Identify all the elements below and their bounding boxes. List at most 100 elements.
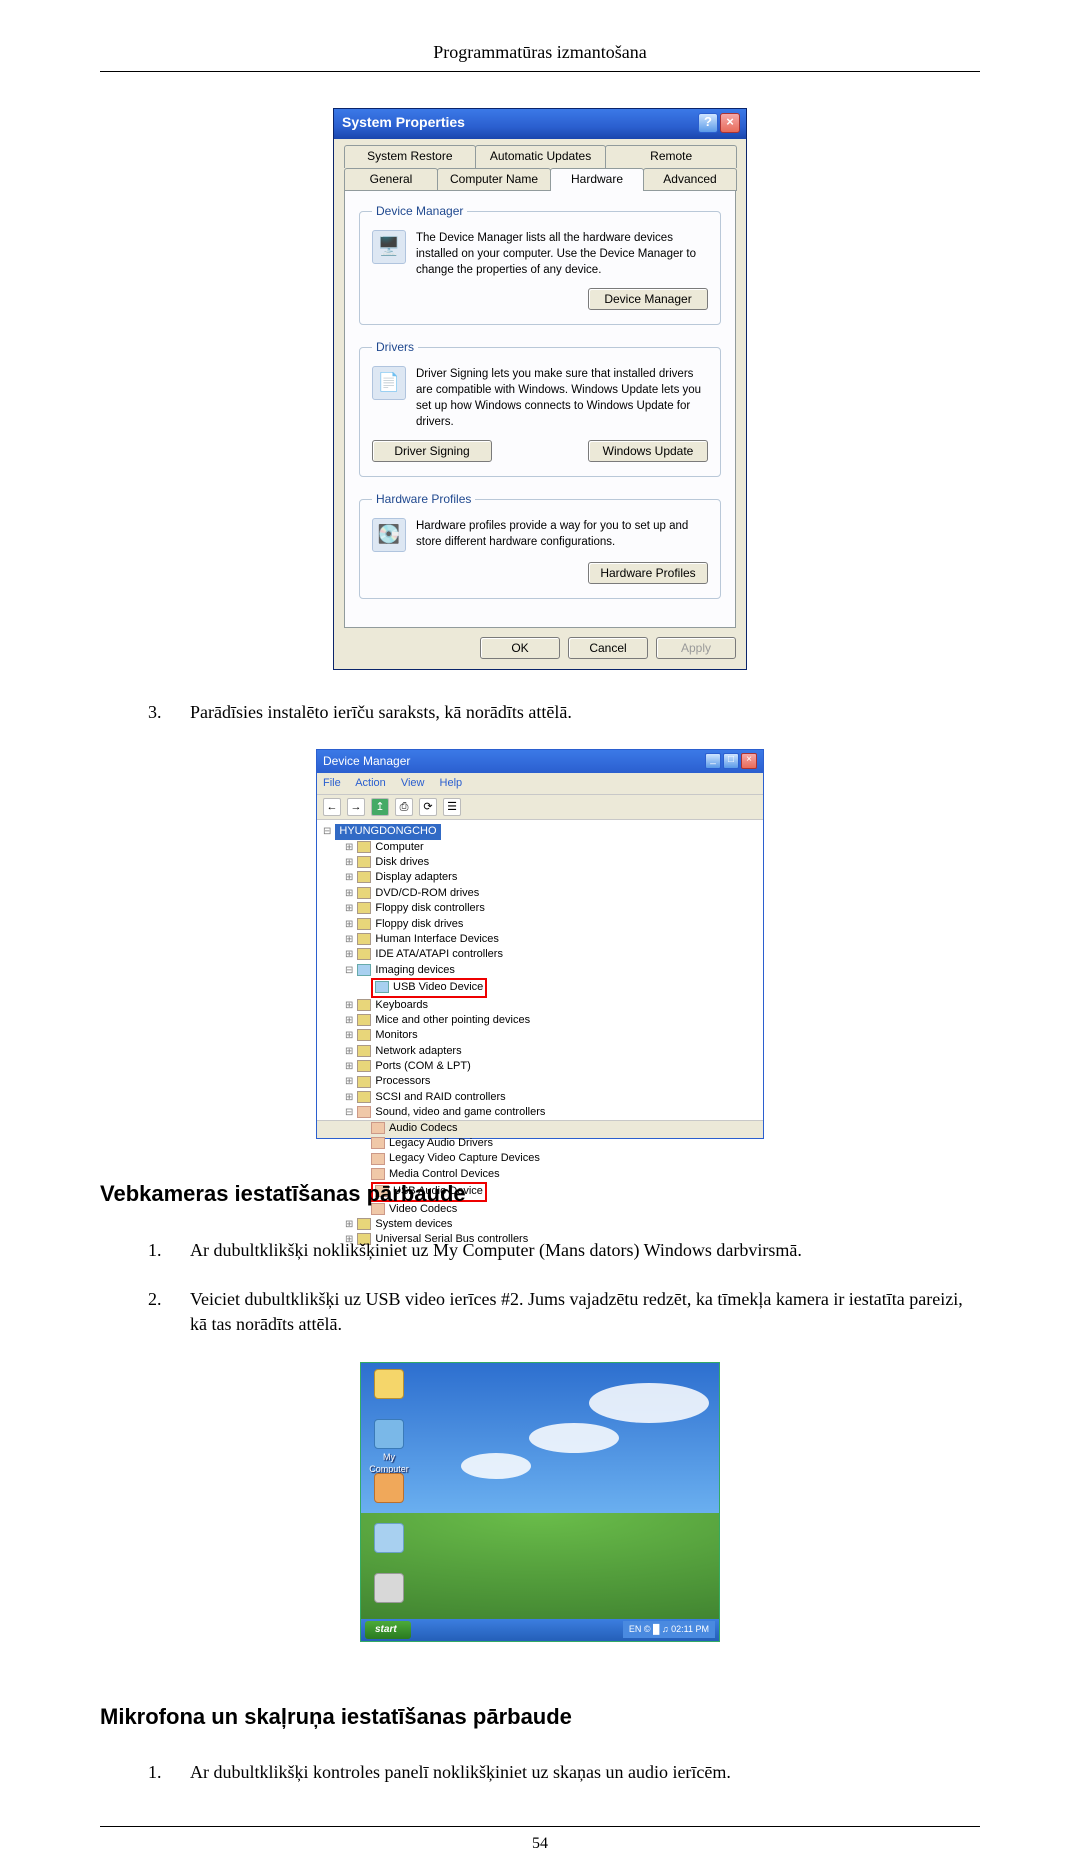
desktop-icon-label: My Computer [369, 1452, 409, 1475]
ports-icon [357, 1060, 371, 1072]
tree-leaf[interactable]: Audio Codecs [389, 1122, 458, 1134]
step-number: 1. [148, 1238, 170, 1263]
cpu-icon [357, 1076, 371, 1088]
step-text: Parādīsies instalēto ierīču saraksts, kā… [190, 700, 980, 725]
properties-icon[interactable]: ☰ [443, 798, 461, 816]
help-button-icon[interactable]: ? [698, 113, 718, 133]
step-number: 1. [148, 1760, 170, 1785]
back-icon[interactable]: ← [323, 798, 341, 816]
menu-action[interactable]: Action [355, 777, 386, 789]
tree-leaf[interactable]: Media Control Devices [389, 1168, 500, 1180]
refresh-icon[interactable]: ⟳ [419, 798, 437, 816]
tree-item[interactable]: Floppy disk drives [375, 918, 463, 930]
dialog-title: System Properties [342, 113, 465, 133]
folder-icon [374, 1523, 404, 1553]
tree-item[interactable]: Display adapters [375, 871, 457, 883]
tree-root[interactable]: HYUNGDONGCHO [335, 824, 440, 839]
driver-signing-button[interactable]: Driver Signing [372, 440, 492, 462]
device-manager-text: The Device Manager lists all the hardwar… [416, 230, 708, 278]
folder-icon [374, 1473, 404, 1503]
tree-item[interactable]: Keyboards [375, 999, 428, 1011]
tree-item[interactable]: Computer [375, 841, 423, 853]
tree-item[interactable]: Floppy disk controllers [375, 902, 484, 914]
codec-icon [371, 1122, 385, 1134]
tab-general[interactable]: General [344, 168, 438, 191]
step-number: 2. [148, 1287, 170, 1337]
group-drivers: Drivers 📄 Driver Signing lets you make s… [359, 339, 721, 477]
cloud-icon [589, 1383, 709, 1423]
tab-system-restore[interactable]: System Restore [344, 145, 476, 168]
hid-icon [357, 933, 371, 945]
scsi-icon [357, 1091, 371, 1103]
desktop-icon[interactable] [365, 1523, 413, 1555]
usb-video-icon [375, 981, 389, 993]
floppy-ctrl-icon [357, 902, 371, 914]
menu-view[interactable]: View [401, 777, 425, 789]
mouse-icon [357, 1014, 371, 1026]
tab-panel-hardware: Device Manager 🖥️ The Device Manager lis… [344, 190, 736, 628]
page-header: Programmatūras izmantošana [100, 40, 980, 65]
tree-leaf[interactable]: Legacy Video Capture Devices [389, 1152, 540, 1164]
tree-leaf[interactable]: USB Video Device [393, 981, 483, 993]
device-manager-icon: 🖥️ [372, 230, 406, 264]
tree-item-imaging[interactable]: Imaging devices [375, 964, 455, 976]
tree-item-sound[interactable]: Sound, video and game controllers [375, 1106, 545, 1118]
menu-file[interactable]: File [323, 777, 341, 789]
start-button[interactable]: start [365, 1621, 411, 1639]
webcam-step-2: 2. Veiciet dubultklikšķi uz USB video ie… [148, 1287, 980, 1337]
taskbar[interactable]: start EN © █ ♫ 02:11 PM [361, 1619, 719, 1641]
minimize-icon[interactable]: _ [705, 753, 721, 769]
desktop-icon[interactable] [365, 1473, 413, 1505]
step-text: Veiciet dubultklikšķi uz USB video ierīc… [190, 1287, 980, 1337]
desktop-icon[interactable] [365, 1573, 413, 1605]
step-text: Ar dubultklikšķi kontroles panelī noklik… [190, 1760, 980, 1785]
keyboard-icon [357, 999, 371, 1011]
tab-remote[interactable]: Remote [605, 145, 737, 168]
close-icon[interactable]: × [741, 753, 757, 769]
my-computer-icon [374, 1419, 404, 1449]
mic-step-1: 1. Ar dubultklikšķi kontroles panelī nok… [148, 1760, 980, 1785]
hardware-profiles-button[interactable]: Hardware Profiles [588, 562, 708, 584]
folder-icon [374, 1573, 404, 1603]
footer-rule [100, 1826, 980, 1827]
group-hardware-profiles: Hardware Profiles 💽 Hardware profiles pr… [359, 491, 721, 599]
step-3: 3. Parādīsies instalēto ierīču saraksts,… [148, 700, 980, 725]
close-button-icon[interactable]: × [720, 113, 740, 133]
devmgr-menubar[interactable]: File Action View Help [317, 773, 763, 795]
tab-computer-name[interactable]: Computer Name [437, 168, 551, 191]
tree-item[interactable]: Disk drives [375, 856, 429, 868]
apply-button[interactable]: Apply [656, 637, 736, 659]
devmgr-tree[interactable]: HYUNGDONGCHO Computer Disk drives Displa… [317, 820, 763, 1120]
xp-desktop-screenshot: My Computer start EN © █ ♫ 02:11 PM [360, 1362, 720, 1642]
tree-item[interactable]: Ports (COM & LPT) [375, 1060, 470, 1072]
up-icon[interactable]: ↥ [371, 798, 389, 816]
tree-item[interactable]: Network adapters [375, 1045, 461, 1057]
devmgr-toolbar: ← → ↥ ⎙ ⟳ ☰ [317, 795, 763, 820]
device-manager-window: Device Manager _ □ × File Action View He… [316, 749, 764, 1139]
desktop-icon[interactable] [365, 1369, 413, 1401]
tree-item[interactable]: Mice and other pointing devices [375, 1014, 530, 1026]
tab-automatic-updates[interactable]: Automatic Updates [475, 145, 607, 168]
maximize-icon[interactable]: □ [723, 753, 739, 769]
tree-item[interactable]: System devices [375, 1218, 452, 1230]
forward-icon[interactable]: → [347, 798, 365, 816]
tree-item[interactable]: Human Interface Devices [375, 933, 499, 945]
tree-item[interactable]: SCSI and RAID controllers [375, 1091, 505, 1103]
cancel-button[interactable]: Cancel [568, 637, 648, 659]
tab-hardware[interactable]: Hardware [550, 168, 644, 191]
print-icon[interactable]: ⎙ [395, 798, 413, 816]
tab-advanced[interactable]: Advanced [643, 168, 737, 191]
desktop-icon-my-computer[interactable]: My Computer [365, 1419, 413, 1476]
menu-help[interactable]: Help [440, 777, 463, 789]
ok-button[interactable]: OK [480, 637, 560, 659]
tree-item[interactable]: DVD/CD-ROM drives [375, 887, 479, 899]
windows-update-button[interactable]: Windows Update [588, 440, 708, 462]
header-rule [100, 71, 980, 72]
device-manager-button[interactable]: Device Manager [588, 288, 708, 310]
tree-item[interactable]: IDE ATA/ATAPI controllers [375, 948, 503, 960]
monitor-icon [357, 1029, 371, 1041]
tree-item[interactable]: Monitors [375, 1029, 417, 1041]
system-tray[interactable]: EN © █ ♫ 02:11 PM [623, 1621, 715, 1638]
tree-leaf[interactable]: Legacy Audio Drivers [389, 1137, 493, 1149]
tree-item[interactable]: Processors [375, 1075, 430, 1087]
